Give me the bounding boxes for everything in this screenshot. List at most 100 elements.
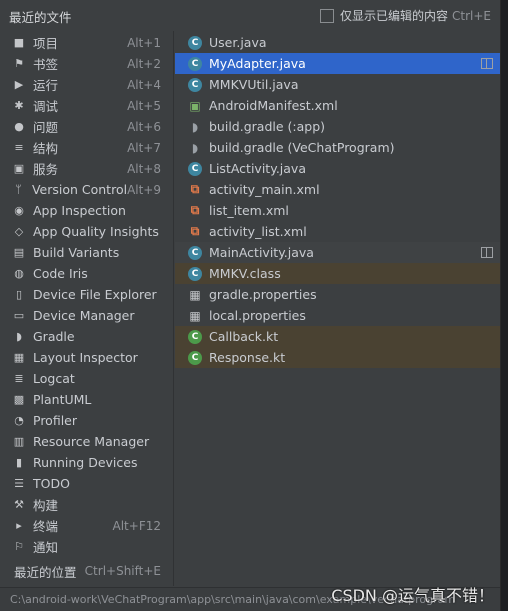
tool-window-item[interactable]: ▮ Running Devices bbox=[0, 452, 172, 473]
java-file-icon: C bbox=[188, 161, 202, 176]
tool-window-item[interactable]: ⚑ 书签 Alt+2 bbox=[0, 53, 172, 74]
layout-inspector-icon: ▦ bbox=[13, 351, 25, 364]
tool-window-item[interactable]: ▭ Device Manager bbox=[0, 305, 172, 326]
tool-window-shortcut: Alt+1 bbox=[127, 35, 161, 50]
structure-icon: ≡ bbox=[14, 141, 24, 154]
open-in-split-icon[interactable] bbox=[481, 247, 493, 258]
recent-file-item[interactable]: ▦ local.properties bbox=[175, 305, 500, 326]
tool-window-item[interactable]: ▤ Build Variants bbox=[0, 242, 172, 263]
logcat-icon: ≣ bbox=[14, 372, 24, 385]
recent-file-item[interactable]: ⧉ list_item.xml bbox=[175, 200, 500, 221]
tool-window-label: 问题 bbox=[33, 120, 59, 135]
services-icon: ▣ bbox=[13, 162, 25, 175]
tool-window-list: ■ 项目 Alt+1 ⚑ 书签 Alt+2 ▶ 运行 Alt+4 ✱ 调试 Alt+5 ● 问题 Alt+6… bbox=[0, 32, 172, 582]
tool-window-label: Running Devices bbox=[33, 455, 138, 470]
device-manager-icon: ▭ bbox=[13, 309, 25, 322]
diamond-icon: ◇ bbox=[14, 225, 24, 238]
tool-window-item[interactable]: ✱ 调试 Alt+5 bbox=[0, 95, 172, 116]
tool-window-label: Version Control bbox=[31, 182, 128, 197]
tool-window-item[interactable]: ▶ 运行 Alt+4 bbox=[0, 74, 172, 95]
recent-file-name: MMKV.class bbox=[209, 266, 281, 281]
recent-file-item[interactable]: ▣ AndroidManifest.xml bbox=[175, 95, 500, 116]
tool-window-item[interactable]: ◔ Profiler bbox=[0, 410, 172, 431]
running-devices-icon: ▮ bbox=[15, 456, 23, 469]
bookmark-icon: ⚑ bbox=[14, 57, 24, 70]
recent-locations-label: 最近的位置 bbox=[14, 564, 77, 580]
recent-file-item[interactable]: C MainActivity.java bbox=[175, 242, 500, 263]
device-file-icon: ▯ bbox=[15, 288, 23, 301]
recent-file-name: MainActivity.java bbox=[209, 245, 314, 260]
problems-icon: ● bbox=[14, 120, 24, 133]
tool-window-shortcut: Alt+4 bbox=[127, 77, 161, 92]
tool-window-label: Device Manager bbox=[33, 308, 135, 323]
only-edited-shortcut: Ctrl+E bbox=[452, 8, 491, 23]
tool-window-item[interactable]: ◗ Gradle bbox=[0, 326, 172, 347]
tool-window-item[interactable]: ■ 项目 Alt+1 bbox=[0, 32, 172, 53]
popup-title: 最近的文件 bbox=[9, 10, 72, 25]
recent-file-item[interactable]: C MMKVUtil.java bbox=[175, 74, 500, 95]
xml-file-icon: ⧉ bbox=[190, 203, 200, 217]
recent-file-name: AndroidManifest.xml bbox=[209, 98, 338, 113]
only-edited-toggle[interactable]: 仅显示已编辑的内容 Ctrl+E bbox=[319, 7, 491, 24]
tool-window-item[interactable]: ⚐ 通知 bbox=[0, 536, 172, 557]
tool-window-item[interactable]: ◉ App Inspection bbox=[0, 200, 172, 221]
recent-locations-shortcut: Ctrl+Shift+E bbox=[84, 564, 161, 578]
tool-window-item[interactable]: ≣ Logcat bbox=[0, 368, 172, 389]
open-in-split-icon[interactable] bbox=[481, 58, 493, 69]
tool-window-label: 调试 bbox=[33, 99, 59, 114]
tool-window-label: Resource Manager bbox=[33, 434, 150, 449]
tool-window-item[interactable]: ● 问题 Alt+6 bbox=[0, 116, 172, 137]
recent-file-name: Response.kt bbox=[209, 350, 286, 365]
tool-window-label: App Inspection bbox=[33, 203, 126, 218]
recent-file-item[interactable]: ⧉ activity_main.xml bbox=[175, 179, 500, 200]
tool-window-label: Device File Explorer bbox=[33, 287, 157, 302]
tool-window-item[interactable]: ▸ 终端 Alt+F12 bbox=[0, 515, 172, 536]
recent-file-name: build.gradle (:app) bbox=[209, 119, 326, 134]
recent-file-item[interactable]: C Callback.kt bbox=[175, 326, 500, 347]
only-edited-checkbox[interactable] bbox=[319, 8, 334, 23]
recent-file-item[interactable]: C Response.kt bbox=[175, 347, 500, 368]
kotlin-file-icon: C bbox=[188, 350, 202, 365]
tool-window-item[interactable]: ▥ Resource Manager bbox=[0, 431, 172, 452]
gradle-icon: ◗ bbox=[16, 330, 22, 343]
tool-window-shortcut: Alt+7 bbox=[127, 140, 161, 155]
app-inspection-icon: ◉ bbox=[14, 204, 24, 217]
tool-window-item[interactable]: ◍ Code Iris bbox=[0, 263, 172, 284]
tool-window-item[interactable]: ▣ 服务 Alt+8 bbox=[0, 158, 172, 179]
java-file-icon: C bbox=[188, 56, 202, 71]
properties-file-icon: ▦ bbox=[189, 287, 201, 302]
hammer-icon: ⚒ bbox=[14, 498, 24, 511]
plantuml-icon: ▩ bbox=[13, 393, 25, 406]
recent-file-item[interactable]: ◗ build.gradle (VeChatProgram) bbox=[175, 137, 500, 158]
tool-window-item[interactable]: ≡ 结构 Alt+7 bbox=[0, 137, 172, 158]
recent-file-item[interactable]: ⧉ activity_list.xml bbox=[175, 221, 500, 242]
recent-file-item[interactable]: C ListActivity.java bbox=[175, 158, 500, 179]
recent-file-item[interactable]: ▦ gradle.properties bbox=[175, 284, 500, 305]
tool-window-label: App Quality Insights bbox=[33, 224, 159, 239]
recent-file-item[interactable]: C MMKV.class bbox=[175, 263, 500, 284]
recent-file-item[interactable]: C MyAdapter.java bbox=[175, 53, 500, 74]
gradle-file-icon: ◗ bbox=[191, 119, 199, 134]
popup-header: 最近的文件 仅显示已编辑的内容 Ctrl+E bbox=[0, 0, 500, 30]
only-edited-label: 仅显示已编辑的内容 bbox=[339, 9, 448, 23]
tool-window-item[interactable]: ☰ TODO bbox=[0, 473, 172, 494]
tool-window-label: 服务 bbox=[33, 162, 59, 177]
tool-window-item[interactable]: ᛘ Version Control Alt+9 bbox=[0, 179, 172, 200]
recent-file-item[interactable]: ◗ build.gradle (:app) bbox=[175, 116, 500, 137]
tool-window-item[interactable]: ⚒ 构建 bbox=[0, 494, 172, 515]
tool-window-item[interactable]: ▦ Layout Inspector bbox=[0, 347, 172, 368]
recent-file-name: activity_list.xml bbox=[209, 224, 307, 239]
tool-window-label: Profiler bbox=[33, 413, 78, 428]
tool-window-label: Logcat bbox=[33, 371, 75, 386]
tool-window-item[interactable]: ▯ Device File Explorer bbox=[0, 284, 172, 305]
tool-window-item[interactable]: ◇ App Quality Insights bbox=[0, 221, 172, 242]
recent-file-item[interactable]: C User.java bbox=[175, 32, 500, 53]
tool-window-item[interactable]: ▩ PlantUML bbox=[0, 389, 172, 410]
tool-window-shortcut: Alt+8 bbox=[127, 161, 161, 176]
xml-file-icon: ⧉ bbox=[190, 224, 200, 238]
todo-icon: ☰ bbox=[14, 477, 24, 490]
kotlin-file-icon: C bbox=[188, 329, 202, 344]
folder-icon: ■ bbox=[13, 36, 25, 49]
recent-locations-item[interactable]: 最近的位置 Ctrl+Shift+E bbox=[0, 560, 172, 582]
bell-icon: ⚐ bbox=[14, 540, 24, 553]
